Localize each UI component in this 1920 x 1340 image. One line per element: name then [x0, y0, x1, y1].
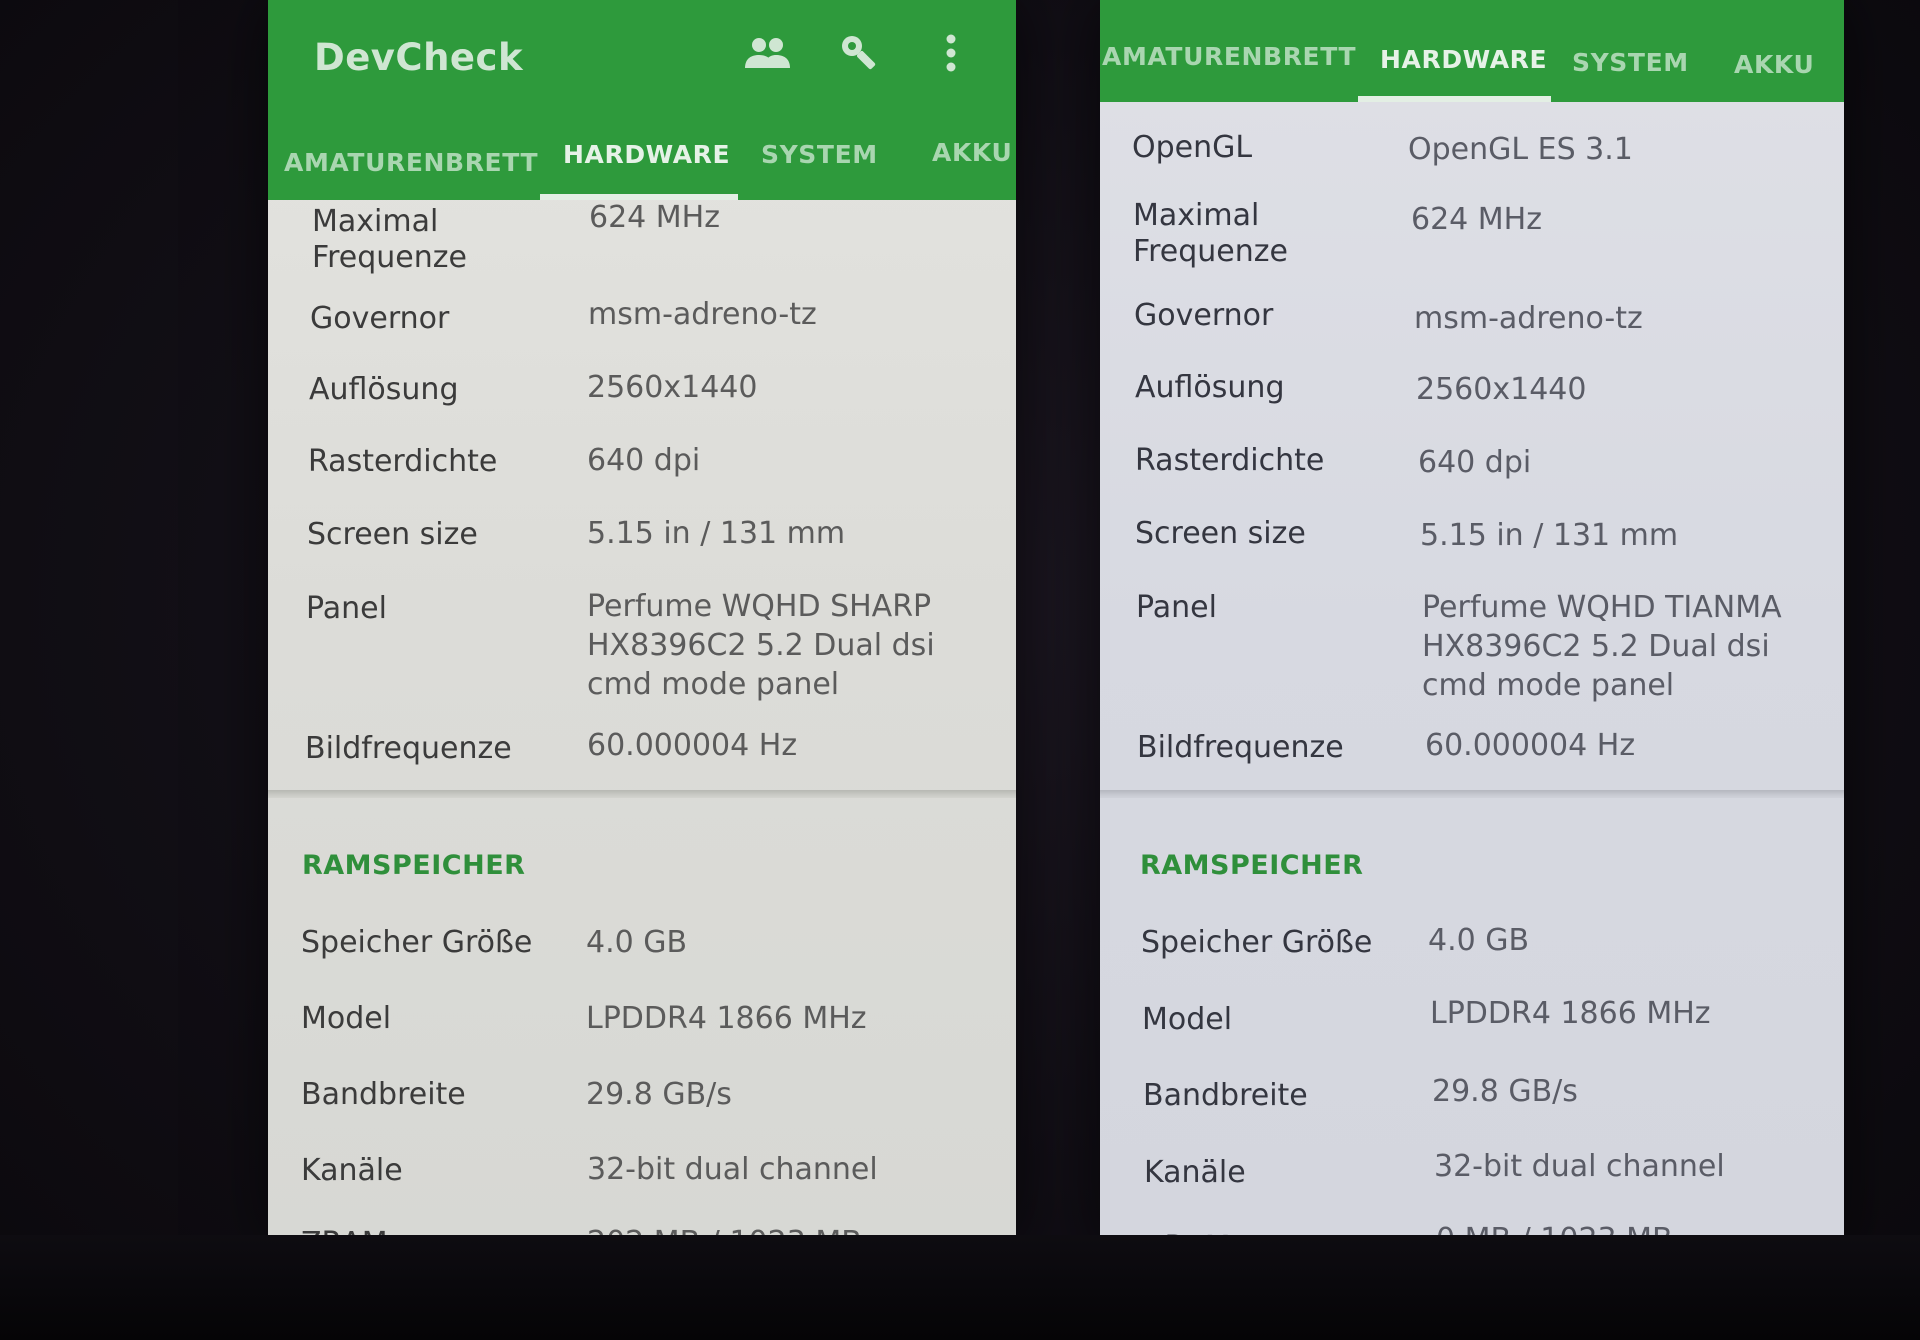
tab-akku[interactable]: AKKU [1734, 50, 1814, 79]
row-label: Screen size [1135, 516, 1306, 551]
row-label: Maximal Frequenze [312, 204, 467, 275]
section-header-ram: RAMSPEICHER [1140, 850, 1364, 881]
tab-bar: AMATURENBRETT HARDWARE SYSTEM AKKU [1100, 0, 1844, 102]
row-label: Model [301, 1001, 392, 1036]
row-value: 5.15 in / 131 mm [587, 516, 846, 551]
row-value: 624 MHz [589, 200, 720, 235]
row-value: 32-bit dual channel [1434, 1149, 1725, 1184]
row-label: Rasterdichte [1135, 443, 1325, 478]
section-divider [268, 790, 1016, 798]
row-label: Rasterdichte [308, 444, 498, 479]
tab-system[interactable]: SYSTEM [761, 140, 878, 169]
active-tab-indicator [1358, 96, 1551, 102]
app-title: DevCheck [314, 36, 524, 79]
row-label: Model [1142, 1002, 1233, 1037]
row-value: 60.000004 Hz [1425, 728, 1636, 763]
row-value: 2560x1440 [1416, 372, 1587, 407]
row-label: Governor [310, 301, 450, 336]
row-value: 4.0 GB [586, 925, 688, 960]
row-label: OpenGL [1132, 130, 1253, 165]
row-value: Perfume WQHD TIANMA HX8396C2 5.2 Dual ds… [1422, 590, 1782, 703]
row-value: 4.0 GB [1428, 923, 1530, 958]
overflow-menu-icon[interactable] [926, 30, 976, 76]
tab-hardware[interactable]: HARDWARE [563, 140, 730, 169]
tab-amaturenbrett[interactable]: AMATURENBRETT [284, 148, 538, 177]
row-value: LPDDR4 1866 MHz [586, 1001, 867, 1036]
tab-hardware[interactable]: HARDWARE [1380, 45, 1547, 74]
row-label: Bandbreite [301, 1077, 466, 1112]
row-label: Speicher Größe [1141, 925, 1373, 960]
row-label: Governor [1134, 298, 1274, 333]
tab-system[interactable]: SYSTEM [1572, 48, 1689, 77]
tab-amaturenbrett[interactable]: AMATURENBRETT [1102, 42, 1356, 71]
app-bar: DevCheck [268, 0, 1016, 118]
row-value: 5.15 in / 131 mm [1420, 518, 1679, 553]
row-value: 60.000004 Hz [587, 728, 798, 763]
left-phone-screen: DevCheck AMATURENBRETT HARDWARE SYSTEM A… [268, 0, 1016, 1242]
row-value: Perfume WQHD SHARP HX8396C2 5.2 Dual dsi… [587, 589, 935, 702]
row-value: 640 dpi [1418, 445, 1532, 480]
right-phone-screen: AMATURENBRETT HARDWARE SYSTEM AKKU OpenG… [1100, 0, 1844, 1252]
row-label: Auflösung [1135, 370, 1285, 405]
row-value: 29.8 GB/s [1432, 1074, 1578, 1109]
row-label: Bildfrequenze [1137, 730, 1344, 765]
row-label: Auflösung [309, 372, 459, 407]
row-value: 640 dpi [587, 443, 701, 478]
row-value: msm-adreno-tz [1414, 301, 1643, 336]
row-value: OpenGL ES 3.1 [1408, 132, 1633, 167]
row-value: msm-adreno-tz [588, 297, 817, 332]
wrench-icon[interactable] [834, 30, 884, 76]
row-value: 624 MHz [1411, 202, 1542, 237]
row-value: LPDDR4 1866 MHz [1430, 996, 1711, 1031]
row-value: 32-bit dual channel [587, 1152, 878, 1187]
section-divider [1100, 790, 1844, 798]
row-label: Bandbreite [1143, 1078, 1308, 1113]
row-label: Bildfrequenze [305, 731, 512, 766]
row-label: Kanäle [1144, 1155, 1246, 1190]
row-label: Maximal Frequenze [1133, 198, 1288, 269]
people-icon[interactable] [742, 30, 792, 76]
app-bar-actions [742, 30, 976, 76]
tab-akku[interactable]: AKKU [932, 138, 1012, 167]
row-value: 29.8 GB/s [586, 1077, 732, 1112]
photo-scene: DevCheck AMATURENBRETT HARDWARE SYSTEM A… [0, 0, 1920, 1340]
row-value: 2560x1440 [587, 370, 758, 405]
row-label: Panel [306, 591, 387, 626]
section-header-ram: RAMSPEICHER [302, 850, 526, 881]
row-label: Screen size [307, 517, 478, 552]
dark-foreground-band [0, 1235, 1920, 1340]
row-label: Kanäle [301, 1153, 403, 1188]
row-label: Speicher Größe [301, 925, 533, 960]
tab-bar: AMATURENBRETT HARDWARE SYSTEM AKKU [268, 118, 1016, 200]
row-label: Panel [1136, 590, 1217, 625]
